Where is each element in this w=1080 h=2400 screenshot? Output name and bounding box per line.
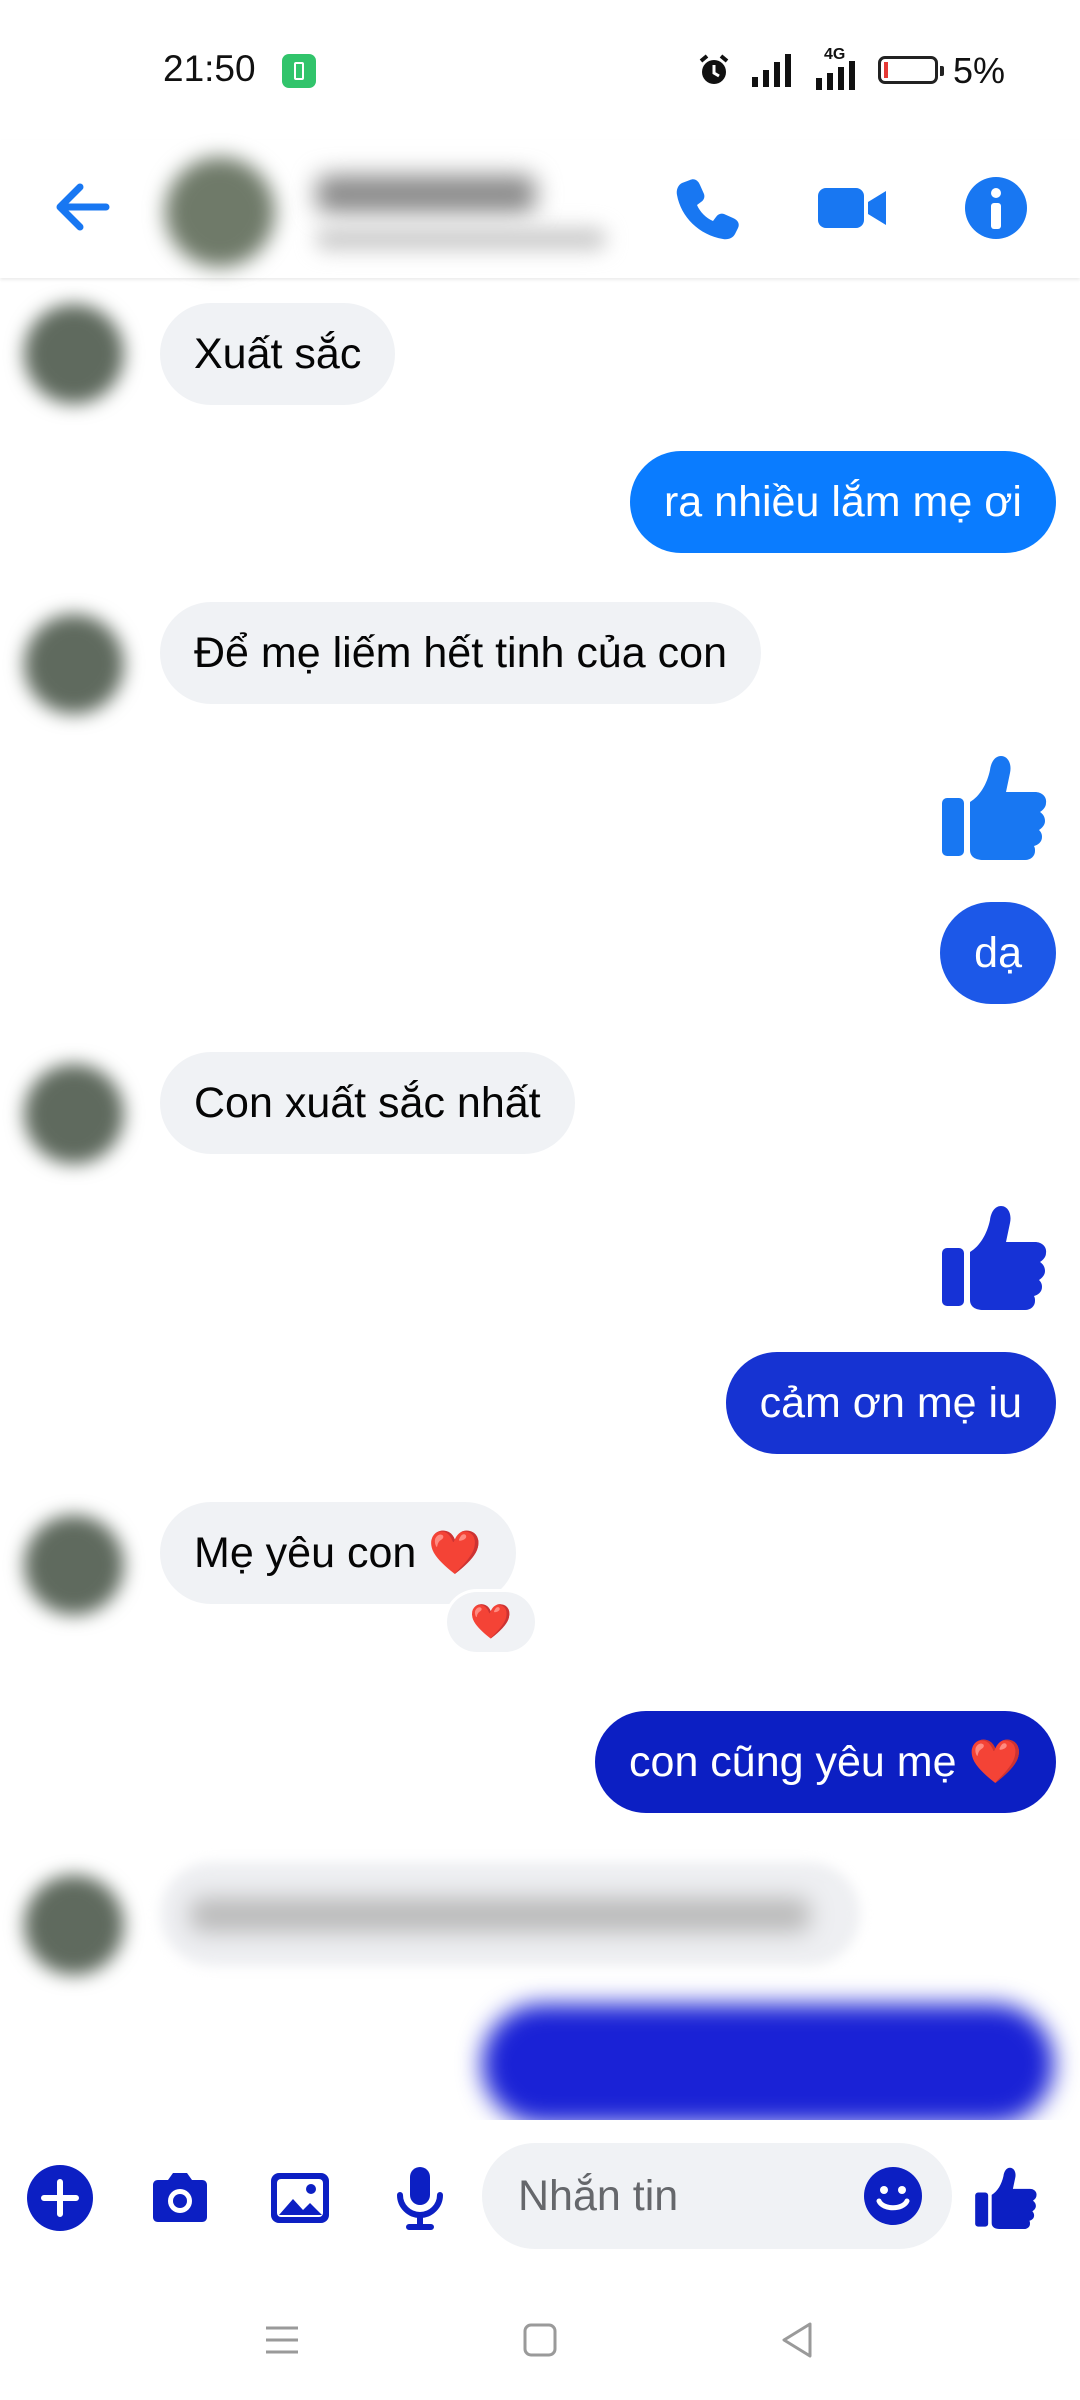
sender-avatar[interactable] [24, 1064, 124, 1164]
message-bubble-outgoing[interactable]: con cũng yêu mẹ ❤️ [595, 1711, 1056, 1813]
battery-icon [878, 56, 944, 84]
sender-avatar[interactable] [24, 304, 124, 404]
message-bubble-outgoing[interactable]: cảm ơn mẹ iu [725, 1352, 1056, 1454]
contact-avatar[interactable] [165, 157, 275, 267]
message-composer [0, 2120, 1080, 2270]
status-icons: 4G [696, 46, 944, 90]
system-navigation-bar [0, 2280, 1080, 2400]
message-bubble-outgoing-blurred[interactable] [482, 2004, 1054, 2124]
microphone-icon[interactable] [385, 2163, 455, 2233]
menu-icon[interactable] [252, 2310, 312, 2370]
contact-status [316, 228, 606, 250]
battery-app-icon [282, 54, 316, 88]
message-bubble-outgoing[interactable]: ra nhiều lắm mẹ ơi [629, 451, 1056, 553]
message-bubble-outgoing[interactable]: dạ [940, 902, 1056, 1004]
sender-avatar[interactable] [24, 614, 124, 714]
camera-icon[interactable] [145, 2163, 215, 2233]
like-icon[interactable] [940, 748, 1052, 860]
like-icon[interactable] [940, 1198, 1052, 1310]
video-camera-icon[interactable] [812, 168, 892, 248]
plus-icon[interactable] [25, 2163, 95, 2233]
contact-name[interactable] [316, 175, 536, 213]
info-icon[interactable] [956, 168, 1036, 248]
home-icon[interactable] [510, 2310, 570, 2370]
emoji-icon[interactable] [862, 2165, 924, 2227]
sender-avatar[interactable] [24, 1515, 124, 1615]
heart-reaction-badge[interactable]: ❤️ [447, 1592, 535, 1652]
phone-icon[interactable] [668, 168, 748, 248]
like-icon[interactable] [974, 2163, 1040, 2229]
message-bubble-incoming[interactable]: Mẹ yêu con ❤️ [160, 1502, 516, 1604]
battery-percent: 5% [953, 50, 1006, 91]
status-bar: 21:50 4G 5% [0, 0, 1080, 140]
message-bubble-incoming[interactable]: Để mẹ liếm hết tinh của con [160, 602, 761, 704]
message-bubble-incoming-blurred[interactable] [160, 1862, 860, 1966]
signal-4g-icon: 4G [814, 46, 860, 90]
gallery-icon[interactable] [265, 2163, 335, 2233]
message-bubble-incoming[interactable]: Con xuất sắc nhất [160, 1052, 575, 1154]
chat-header [0, 140, 1080, 278]
alarm-icon [699, 54, 729, 84]
back-nav-icon[interactable] [768, 2310, 828, 2370]
sender-avatar[interactable] [24, 1875, 124, 1975]
back-arrow-icon[interactable] [48, 172, 118, 242]
status-time: 21:50 [163, 48, 256, 89]
message-bubble-incoming[interactable]: Xuất sắc [160, 303, 396, 405]
signal-icon [752, 54, 791, 87]
